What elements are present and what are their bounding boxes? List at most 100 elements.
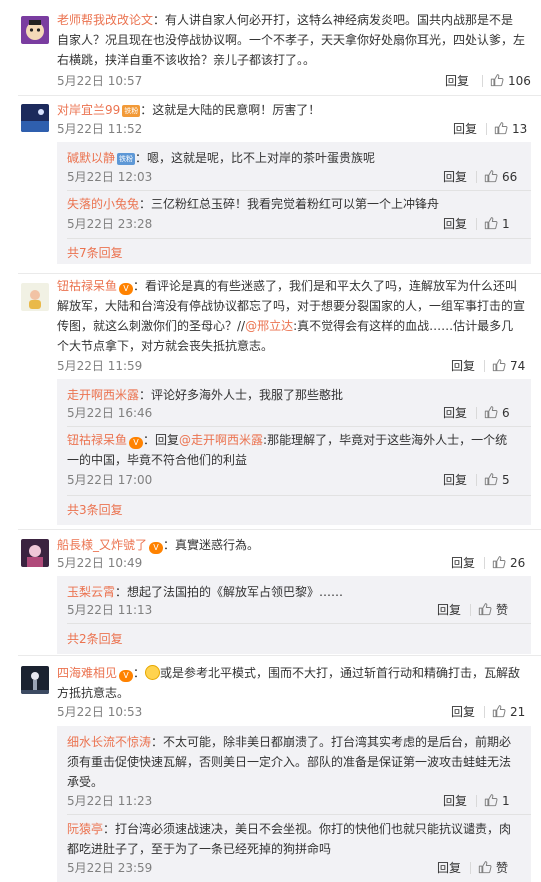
avatar[interactable] <box>21 283 49 311</box>
like-button[interactable]: 1 <box>484 215 510 233</box>
like-count: 74 <box>510 359 526 373</box>
reply-text: 阮猿亭：打台湾必须速战速决，美日不会坐视。你打的快他们也就只能抗议谴责，肉都吃进… <box>67 819 519 859</box>
reply-time: 5月22日 12:03 <box>67 170 153 184</box>
reply-button[interactable]: 回复 <box>453 120 477 138</box>
divider <box>476 795 477 807</box>
vip-badge: V <box>119 283 134 295</box>
reply-body: ：嗯，这就是呢，比不上对岸的茶叶蛋贵族呢 <box>135 151 376 165</box>
comment-body: ：真實迷惑行為。 <box>163 538 260 552</box>
mention-link[interactable]: @邢立达 <box>245 319 293 333</box>
reply-time: 5月22日 23:28 <box>67 217 153 231</box>
divider <box>484 360 485 372</box>
reply-button[interactable]: 回复 <box>451 357 475 375</box>
divider <box>476 171 477 183</box>
reply-body: ：打台湾必须速战速决，美日不会坐视。你打的快他们也就只能抗议谴责，肉都吃进肚子了… <box>67 822 512 856</box>
reply-text: 钮祜禄呆鱼 V ：回复@走开啊西米露:那能理解了，毕竟对于这些海外人士，一个统一的中… <box>67 430 519 470</box>
like-count: 1 <box>502 794 510 808</box>
divider <box>476 474 477 486</box>
more-replies-link[interactable]: 共3条回复 <box>67 501 123 519</box>
thumbs-up-icon <box>484 472 498 486</box>
like-count: 1 <box>502 217 510 231</box>
like-button[interactable]: 21 <box>492 703 525 721</box>
reply-button[interactable]: 回复 <box>437 601 461 619</box>
like-button[interactable]: 13 <box>494 120 527 138</box>
like-button[interactable]: 5 <box>484 471 510 489</box>
avatar[interactable] <box>21 539 49 567</box>
like-button[interactable]: 66 <box>484 168 517 186</box>
vip-badge: V <box>129 437 144 449</box>
like-button[interactable]: 1 <box>484 792 510 810</box>
thumbs-up-icon <box>484 216 498 230</box>
vip-badge: V <box>149 542 164 554</box>
comment-username[interactable]: 老师帮我改改论文 <box>57 13 153 27</box>
reply-username[interactable]: 阮猿亭 <box>67 822 103 836</box>
like-button[interactable]: 赞 <box>478 859 508 877</box>
reply-button[interactable]: 回复 <box>443 404 467 422</box>
divider <box>484 706 485 718</box>
thumbs-up-icon <box>492 704 506 718</box>
reply-username[interactable]: 失落的小兔兔 <box>67 197 139 211</box>
reply-list: 细水长流不惊涛：不太可能，除非美日都崩溃了。打台湾其实考虑的是后台，前期必须有重… <box>57 726 531 882</box>
reply-username[interactable]: 碱默以静 <box>67 151 115 165</box>
reply-body: ：三亿粉红总玉碎！我看完觉着粉红可以第一个上冲锋舟 <box>139 197 440 211</box>
comment-text: 对岸宜兰99 铁粉 ：这就是大陆的民意啊！厉害了！ <box>57 100 525 120</box>
divider <box>484 557 485 569</box>
separator <box>67 238 531 239</box>
separator <box>18 95 541 96</box>
divider <box>486 123 487 135</box>
avatar[interactable] <box>21 666 49 694</box>
thumbs-up-icon <box>478 602 492 616</box>
reply-button[interactable]: 回复 <box>437 859 461 877</box>
thumbs-up-icon <box>478 860 492 874</box>
separator <box>67 814 531 815</box>
reply-button[interactable]: 回复 <box>445 72 469 90</box>
reply-time: 5月22日 17:00 <box>67 473 153 487</box>
like-button[interactable]: 74 <box>492 357 525 375</box>
reply-time: 5月22日 23:59 <box>67 861 153 875</box>
reply-time: 5月22日 11:13 <box>67 603 153 617</box>
reply-username[interactable]: 玉梨云霄 <box>67 585 115 599</box>
mention-link[interactable]: @走开啊西米露 <box>179 433 263 447</box>
like-count: 6 <box>502 406 510 420</box>
comment-username[interactable]: 船長様_又炸號了 <box>57 538 147 552</box>
like-button[interactable]: 赞 <box>478 601 508 619</box>
reply-body: ：评论好多海外人士，我服了那些憨批 <box>139 388 344 402</box>
comment-text: 四海难相见 V：或是参考北平模式，围而不大打，通过斩首行动和精确打击，瓦解敌方抵抗… <box>57 665 521 700</box>
comment-time: 5月22日 10:57 <box>57 74 143 88</box>
like-count: 5 <box>502 473 510 487</box>
separator <box>67 426 531 427</box>
avatar[interactable] <box>21 104 49 132</box>
fan-badge: 铁粉 <box>117 153 136 165</box>
thumbs-up-icon <box>494 121 508 135</box>
like-button[interactable]: 26 <box>492 554 525 572</box>
like-button[interactable]: 6 <box>484 404 510 422</box>
like-count: 66 <box>502 170 518 184</box>
reply-button[interactable]: 回复 <box>443 215 467 233</box>
reply-button[interactable]: 回复 <box>451 703 475 721</box>
like-count: 21 <box>510 705 526 719</box>
reply-text: 碱默以静 铁粉 ：嗯，这就是呢，比不上对岸的茶叶蛋贵族呢 <box>67 148 519 168</box>
avatar[interactable] <box>21 16 49 44</box>
more-replies-link[interactable]: 共7条回复 <box>67 244 123 262</box>
divider <box>470 604 471 616</box>
divider <box>476 407 477 419</box>
comment-text: 船長様_又炸號了 V ：真實迷惑行為。 <box>57 535 525 555</box>
reply-username[interactable]: 走开啊西米露 <box>67 388 139 402</box>
separator <box>67 495 531 496</box>
comment-username[interactable]: 对岸宜兰99 <box>57 103 120 117</box>
like-count: 26 <box>510 556 526 570</box>
reply-button[interactable]: 回复 <box>443 168 467 186</box>
divider <box>482 75 483 87</box>
reply-username[interactable]: 钮祜禄呆鱼 <box>67 433 127 447</box>
reply-button[interactable]: 回复 <box>443 792 467 810</box>
like-button[interactable]: 106 <box>490 72 531 90</box>
reply-body: ：想起了法国拍的《解放军占领巴黎》…… <box>115 585 344 599</box>
reply-list: 走开啊西米露：评论好多海外人士，我服了那些憨批 5月22日 16:46 回复 6… <box>57 379 531 525</box>
comment-username[interactable]: 四海难相见 <box>57 666 117 680</box>
reply-button[interactable]: 回复 <box>443 471 467 489</box>
like-label: 赞 <box>496 603 509 617</box>
comment-username[interactable]: 钮祜禄呆鱼 <box>57 279 117 293</box>
more-replies-link[interactable]: 共2条回复 <box>67 630 123 648</box>
reply-username[interactable]: 细水长流不惊涛 <box>67 735 151 749</box>
reply-button[interactable]: 回复 <box>451 554 475 572</box>
